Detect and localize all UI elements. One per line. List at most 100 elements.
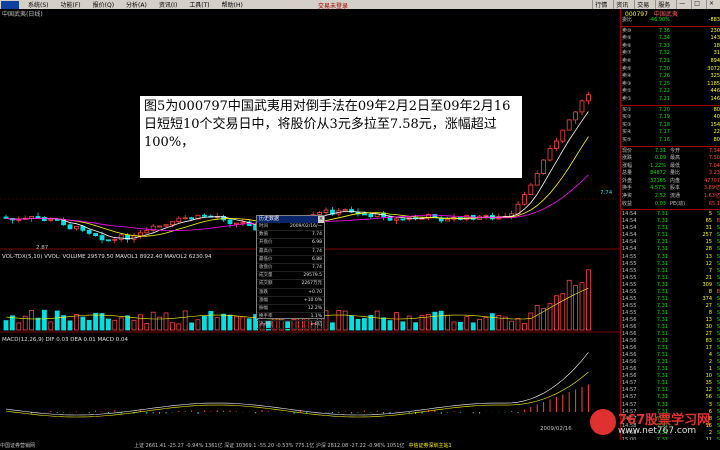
volume-bar: [534, 305, 540, 331]
ask-row[interactable]: 卖④ 7.26 325: [621, 73, 720, 81]
candle-body: [368, 214, 374, 218]
menu-help[interactable]: 帮助(H): [222, 0, 243, 9]
history-data-dialog[interactable]: 历史数据 × 时间 2009/02/16/一 数值 7.74 开盘价 6.98 最高价 7.7…: [256, 215, 325, 330]
order-price: 7.22: [658, 88, 670, 95]
stat-label: 收益: [622, 200, 633, 207]
tick-price: 7.31: [656, 253, 668, 260]
bid-row[interactable]: 买① 7.20 80: [621, 107, 720, 115]
ask-row[interactable]: 卖① 7.21 146: [621, 96, 720, 104]
taskbar-label[interactable]: 中国证券营销网: [0, 442, 130, 449]
tick-volume: 309: [702, 281, 712, 288]
tick-price: 7.31: [656, 267, 668, 274]
ratio-value: -46.90%: [649, 17, 670, 23]
volume-bar: [509, 320, 515, 331]
dialog-row-key: 涨幅: [259, 297, 268, 303]
tick-time: 14:54: [622, 246, 637, 253]
bid-row[interactable]: 买② 7.19 40: [621, 114, 720, 122]
candle-body: [586, 94, 591, 102]
stat-label: 今开: [670, 147, 681, 154]
maximize-button[interactable]: □: [691, 0, 702, 9]
stat-value: -1.22%: [648, 162, 666, 169]
tick-row: 14:56 7.31 17 S: [621, 345, 720, 352]
tick-time: 14:56: [622, 366, 637, 373]
volume-bar: [150, 311, 156, 331]
ask-row[interactable]: 卖⑨ 7.34 143: [621, 35, 720, 43]
tab-quote[interactable]: 行情: [592, 0, 609, 9]
tick-volume: 4: [708, 352, 712, 359]
tick-time: 14:54: [622, 225, 637, 232]
menu-info[interactable]: 资讯(I): [159, 0, 177, 9]
candle-body: [93, 233, 98, 236]
watermark-url: www.net767.com: [618, 426, 697, 436]
candle-body: [182, 217, 188, 220]
dialog-row: 数值 7.74: [257, 231, 324, 240]
volume-bar: [374, 310, 380, 331]
tick-price: 7.31: [656, 331, 668, 338]
volume-bar: [438, 310, 444, 331]
tick-direction: S: [716, 281, 720, 288]
tick-direction: S: [716, 309, 720, 316]
volume-bar: [470, 322, 476, 331]
ask-row[interactable]: 卖⑤ 7.30 3072: [621, 66, 720, 74]
menu-analysis[interactable]: 分析(A): [126, 0, 147, 9]
stat-row: 现价 7.31 今开 7.34: [621, 148, 720, 156]
tick-row: 14:55 7.31 8 B: [621, 289, 720, 296]
tick-direction: S: [716, 239, 720, 246]
dialog-close-icon[interactable]: ×: [318, 216, 324, 223]
tab-trade[interactable]: 交易: [634, 0, 651, 9]
tab-info[interactable]: 资讯: [613, 0, 630, 9]
dialog-row: 成交量 29579.5: [257, 272, 324, 281]
tick-row: 14:56 7.31 27 S: [621, 331, 720, 338]
candle-body: [483, 214, 489, 217]
ask-row[interactable]: 卖⑧ 7.33 18: [621, 43, 720, 51]
stat-value: 84872: [650, 170, 666, 177]
ask-row[interactable]: 卖② 7.22 446: [621, 88, 720, 96]
order-ratio-row: 委比 -46.90% -883: [621, 17, 720, 25]
volume-bar: [329, 322, 335, 331]
tick-direction: B: [716, 218, 720, 225]
dialog-row: 最高价 7.74: [257, 248, 324, 256]
volume-bar: [393, 312, 399, 331]
candle-body: [118, 234, 124, 240]
tab-service[interactable]: 服务: [655, 0, 672, 9]
tick-price: 7.31: [656, 225, 668, 232]
menu-quote[interactable]: 报价(Q): [93, 0, 114, 9]
tick-direction: S: [716, 225, 720, 232]
ask-row[interactable]: 卖⑦ 7.32 31: [621, 50, 720, 58]
volume-bar: [176, 323, 182, 331]
menu-tools[interactable]: 工具(T): [189, 0, 209, 9]
ask-row[interactable]: 卖③ 7.25 1185: [621, 81, 720, 89]
ask-row[interactable]: 卖⑩ 7.36 230: [621, 28, 720, 36]
bid-row[interactable]: 买④ 7.17 22: [621, 129, 720, 137]
dialog-row-key: 数值: [259, 232, 268, 238]
order-price: 7.20: [658, 106, 670, 113]
order-price: 7.16: [658, 136, 670, 143]
order-volume: 230: [710, 27, 720, 34]
candle-body: [201, 214, 207, 217]
volume-bar: [573, 285, 578, 331]
dialog-row: 开盘价 6.98: [257, 239, 324, 248]
volume-bar: [406, 315, 412, 331]
menu-system[interactable]: 系统(S): [28, 0, 49, 9]
ask-row[interactable]: 卖⑥ 7.31 894: [621, 58, 720, 66]
tick-direction: S: [716, 352, 720, 359]
tick-volume: 12: [705, 260, 712, 267]
tick-time: 14:54: [622, 239, 637, 246]
volume-bar: [483, 317, 489, 331]
dialog-row: 时间 2009/02/16/一: [257, 223, 324, 232]
tick-row: 14:54 7.31 5 S: [621, 211, 720, 218]
stat-value: 7.04: [708, 162, 720, 169]
tick-volume: 13: [705, 316, 712, 323]
tick-row: 14:56 7.31 83 S: [621, 338, 720, 345]
tick-volume: 10: [705, 373, 712, 380]
candle-body: [233, 222, 239, 225]
dialog-row-value: 6.98: [311, 240, 322, 246]
menu-function[interactable]: 功能(F): [61, 0, 81, 9]
bid-row[interactable]: 买⑤ 7.16 80: [621, 137, 720, 145]
order-price: 7.18: [658, 121, 670, 128]
order-volume: 446: [710, 88, 720, 95]
minimize-button[interactable]: —: [676, 0, 687, 9]
close-button[interactable]: ×: [705, 0, 716, 9]
bid-row[interactable]: 买③ 7.18 154: [621, 122, 720, 130]
tick-time: 14:55: [622, 267, 637, 274]
